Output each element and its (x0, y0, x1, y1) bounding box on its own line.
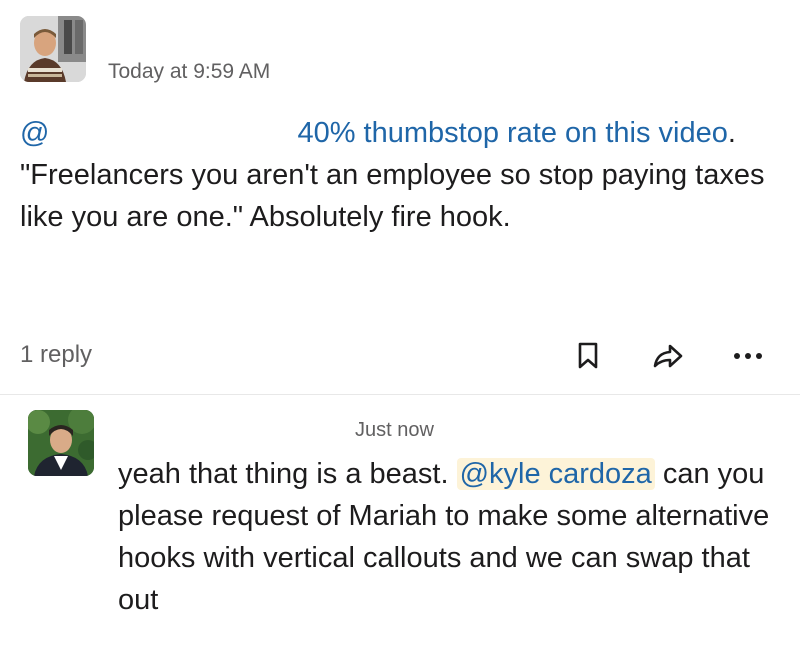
more-horizontal-icon[interactable] (730, 338, 766, 374)
mention-redacted (49, 141, 297, 142)
message: Today at 9:59 AM @40% thumbstop rate on … (0, 0, 800, 395)
reply-body: yeah that thing is a beast. @kyle cardoz… (118, 453, 788, 621)
avatar-photo (28, 410, 94, 476)
reply-timestamp[interactable]: Just now (355, 419, 434, 442)
reply-text-before: yeah that thing is a beast. (118, 458, 457, 490)
bookmark-icon[interactable] (570, 338, 606, 374)
author-avatar[interactable] (20, 16, 86, 82)
reply-count-link[interactable]: 1 reply (20, 341, 92, 369)
mention[interactable]: @ (20, 117, 49, 149)
reply-author-avatar[interactable] (28, 410, 94, 476)
avatar-photo (20, 16, 86, 82)
divider (0, 394, 800, 395)
message-timestamp[interactable]: Today at 9:59 AM (108, 60, 270, 84)
author-name-redacted (92, 8, 307, 56)
reply-author-name-redacted (110, 410, 345, 448)
reply-mention[interactable]: @kyle cardoza (456, 458, 655, 490)
share-arrow-icon[interactable] (650, 338, 686, 374)
message-link-text[interactable]: 40% thumbstop rate on this video (297, 117, 727, 149)
message-body: @40% thumbstop rate on this video. "Free… (20, 112, 790, 238)
